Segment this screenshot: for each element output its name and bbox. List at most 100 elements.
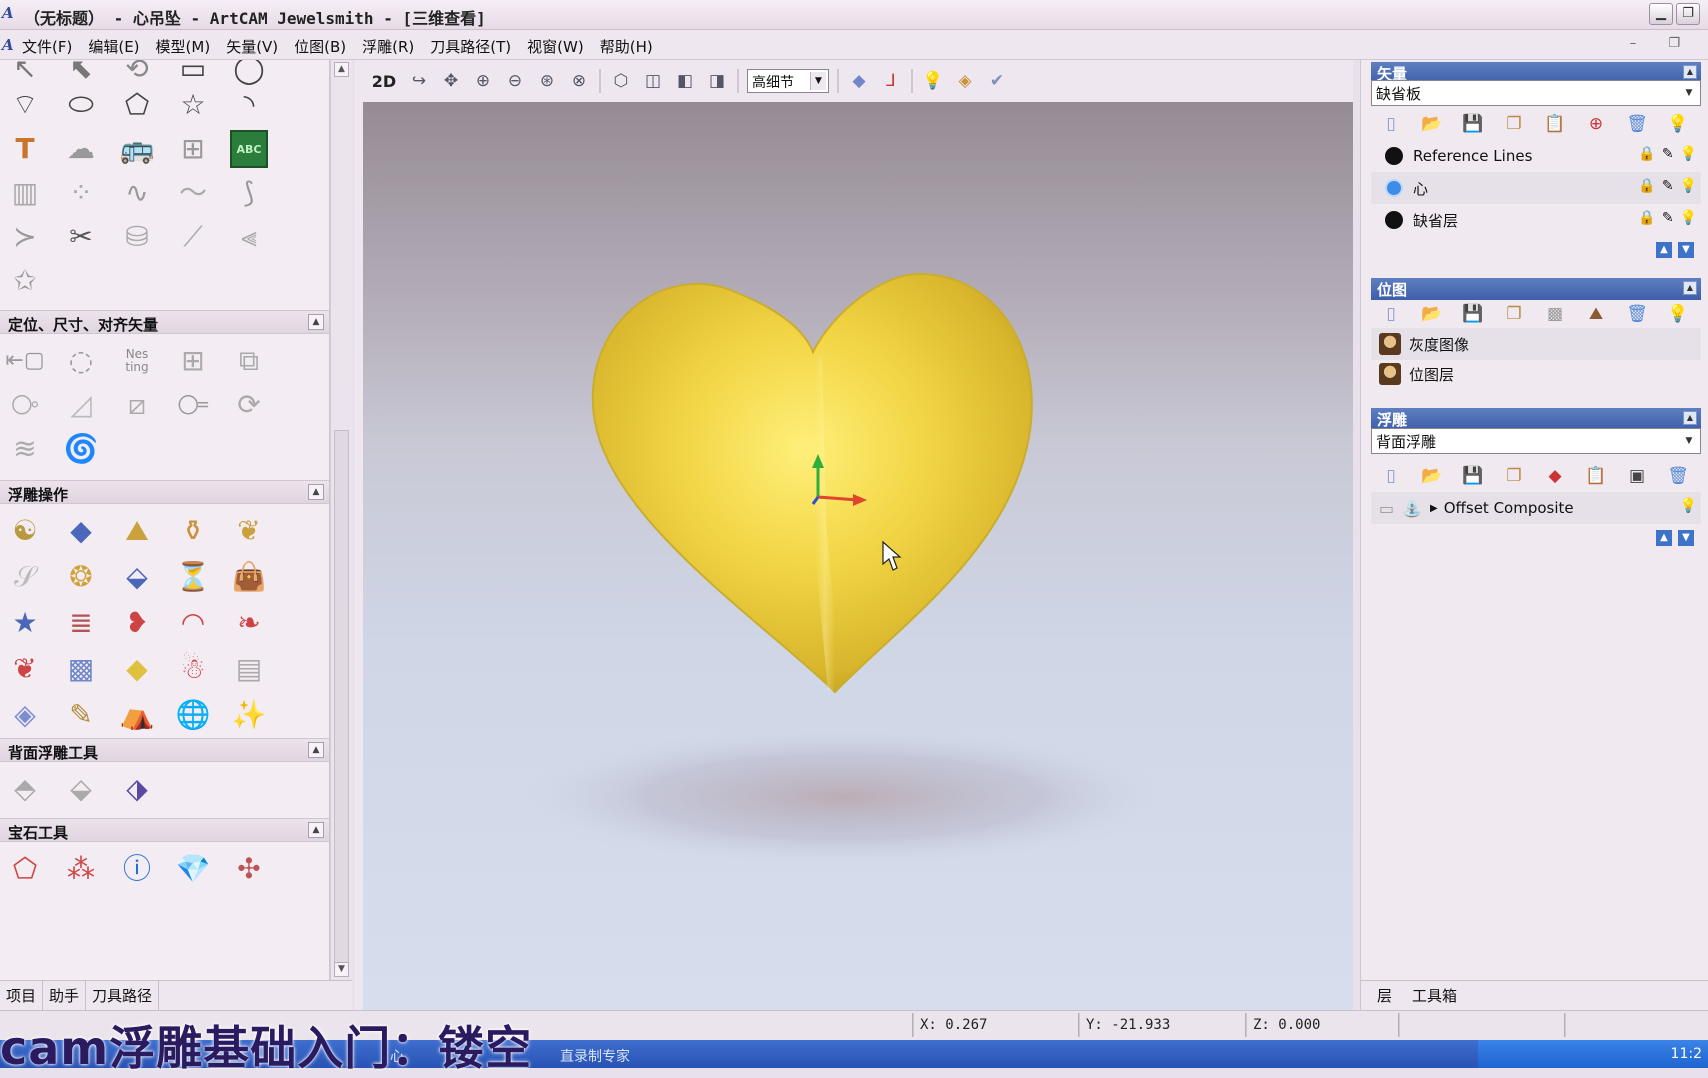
intersect-icon[interactable]: ⧃: [174, 386, 212, 424]
delete-layer-icon[interactable]: 🗑: [1625, 112, 1649, 136]
smooth-curve-icon[interactable]: 〜: [174, 174, 212, 212]
visibility-bulb-icon[interactable]: 💡: [1680, 146, 1697, 162]
texture-icon[interactable]: ▩: [62, 650, 100, 688]
axes-toggle-icon[interactable]: ⅃: [879, 69, 903, 93]
grayscale-icon[interactable]: ▩: [1543, 302, 1567, 326]
paste-layer-icon[interactable]: 📋: [1584, 464, 1608, 488]
scroll-down-icon[interactable]: ▼: [334, 962, 349, 977]
merge-layer-icon[interactable]: ⊕: [1584, 112, 1608, 136]
relief-layer-row[interactable]: ▭ ⛲ ▶ Offset Composite 💡: [1371, 492, 1701, 524]
copy-layer-icon[interactable]: ❐: [1502, 464, 1526, 488]
2d-view-button[interactable]: 2D: [369, 69, 399, 93]
collapse-icon[interactable]: ▲: [1683, 411, 1697, 425]
text-on-curve-icon[interactable]: ☁: [62, 130, 100, 168]
delete-layer-icon[interactable]: 🗑: [1625, 302, 1649, 326]
front-view-icon[interactable]: ◧: [673, 69, 697, 93]
open-folder-icon[interactable]: 📂: [1420, 112, 1444, 136]
iso-view-icon[interactable]: ⬡: [609, 69, 633, 93]
document-icon[interactable]: A: [2, 36, 14, 54]
grid-align-icon[interactable]: ⊞: [174, 342, 212, 380]
paste-layer-icon[interactable]: 📋: [1543, 112, 1567, 136]
top-view-icon[interactable]: ◫: [641, 69, 665, 93]
new-layer-icon[interactable]: ▯: [1379, 302, 1403, 326]
nesting-icon[interactable]: Nes ting: [118, 342, 156, 380]
mirror-icon[interactable]: ⫷: [230, 218, 268, 256]
node-edit-icon[interactable]: ⬉: [62, 60, 100, 88]
circle-icon[interactable]: ◯: [230, 60, 268, 88]
lock-icon[interactable]: 🔒: [1638, 210, 1655, 226]
scroll-up-icon[interactable]: ▲: [334, 62, 349, 77]
vector-sheet-select[interactable]: 缺省板 ▼: [1371, 80, 1701, 106]
mdi-controls[interactable]: – ❐: [1630, 36, 1694, 51]
lock-icon[interactable]: 🔒: [1638, 146, 1655, 162]
trim-icon[interactable]: ◿: [62, 386, 100, 424]
petal-icon[interactable]: ❧: [230, 604, 268, 642]
3d-viewport[interactable]: [363, 102, 1353, 1010]
star-relief-icon[interactable]: ★: [6, 604, 44, 642]
visibility-bulb-icon[interactable]: 💡: [1680, 210, 1697, 226]
shape-editor-icon[interactable]: ☯: [6, 512, 44, 550]
tab-toolpaths[interactable]: 刀具路径: [86, 981, 160, 1010]
menu-window[interactable]: 视窗(W): [527, 36, 584, 57]
smooth-relief-icon[interactable]: ◈: [6, 696, 44, 734]
spline-icon[interactable]: ∿: [118, 174, 156, 212]
section-relief-operations[interactable]: 浮雕操作 ▲: [0, 480, 329, 504]
back-relief-create-icon[interactable]: ⬗: [118, 770, 156, 808]
subtract-icon[interactable]: ⧄: [118, 386, 156, 424]
back-relief-icon[interactable]: ⬘: [6, 770, 44, 808]
expand-arrow-icon[interactable]: ▶: [1430, 503, 1438, 514]
bezier-icon[interactable]: ⟆: [230, 174, 268, 212]
bitmap-to-relief-icon[interactable]: ⛰: [1584, 302, 1608, 326]
weave-icon[interactable]: ❂: [62, 558, 100, 596]
new-layer-icon[interactable]: ▯: [1379, 464, 1403, 488]
move-layer-up-icon[interactable]: ▲: [1656, 530, 1672, 546]
menu-edit[interactable]: 编辑(E): [88, 36, 139, 57]
select-arrow-icon[interactable]: ↖: [6, 60, 44, 88]
angled-plane-icon[interactable]: ⬙: [118, 558, 156, 596]
bitmap-layer-row[interactable]: 位图层: [1371, 358, 1701, 390]
extrude-icon[interactable]: ⛰: [118, 512, 156, 550]
vector-layer-row-selected[interactable]: 心 🔒 ✎ 💡: [1371, 172, 1701, 204]
flat-relief-icon[interactable]: ◆: [118, 650, 156, 688]
vector-layer-row[interactable]: Reference Lines 🔒 ✎ 💡: [1371, 140, 1701, 172]
copy-layer-icon[interactable]: ❐: [1502, 302, 1526, 326]
gem-setting-icon[interactable]: ⬠: [6, 850, 44, 888]
back-relief-layer-icon[interactable]: ⬙: [62, 770, 100, 808]
sweep-icon[interactable]: ❦: [230, 512, 268, 550]
ribbon-icon[interactable]: ❥: [118, 604, 156, 642]
bitmap-layer-row[interactable]: 灰度图像: [1371, 328, 1701, 360]
plane-toggle-icon[interactable]: ◆: [847, 69, 871, 93]
star-vector-icon[interactable]: ✩: [6, 262, 44, 300]
zoom-out-icon[interactable]: ⊖: [503, 69, 527, 93]
tab-assistant[interactable]: 助手: [43, 981, 87, 1010]
menu-model[interactable]: 模型(M): [156, 36, 211, 57]
edit-icon[interactable]: ✎: [1662, 178, 1674, 194]
group-icon[interactable]: ⧉: [230, 342, 268, 380]
section-gem-tools[interactable]: 宝石工具 ▲: [0, 818, 329, 842]
point-array-icon[interactable]: ⁘: [62, 174, 100, 212]
align-move-icon[interactable]: ⇤▢: [5, 342, 44, 380]
edit-icon[interactable]: ✎: [1662, 210, 1674, 226]
taskbar-item-recorder[interactable]: 直录制专家: [560, 1046, 630, 1066]
menu-toolpath[interactable]: 刀具路径(T): [430, 36, 511, 57]
rectangle-icon[interactable]: ▭: [174, 60, 212, 88]
ellipse-icon[interactable]: ⬭: [62, 86, 100, 124]
copy-layer-icon[interactable]: ❐: [1502, 112, 1526, 136]
layer-name[interactable]: 缺省层: [1413, 210, 1458, 231]
section-back-relief-tools[interactable]: 背面浮雕工具 ▲: [0, 738, 329, 762]
turn-icon[interactable]: ⏳: [174, 558, 212, 596]
zoom-region-icon[interactable]: ⊗: [567, 69, 591, 93]
layer-name[interactable]: 心: [1413, 178, 1428, 199]
collapse-icon[interactable]: ▲: [308, 314, 324, 330]
rotate-dotted-icon[interactable]: ◌: [62, 342, 100, 380]
weld-icon[interactable]: ⧂: [6, 386, 44, 424]
relief-type-select[interactable]: 背面浮雕 ▼: [1371, 428, 1701, 454]
layer-name[interactable]: Reference Lines: [1413, 147, 1532, 165]
combine-relief-icon[interactable]: ◆: [1543, 464, 1567, 488]
section-position-size-align[interactable]: 定位、尺寸、对齐矢量 ▲: [0, 310, 329, 334]
add-vector-icon[interactable]: ⊞: [174, 130, 212, 168]
polyline-icon[interactable]: ⌔: [6, 86, 44, 124]
visibility-bulb-icon[interactable]: 💡: [1666, 302, 1690, 326]
menu-vector[interactable]: 矢量(V): [226, 36, 278, 57]
transform-icon[interactable]: ⟲: [118, 60, 156, 88]
